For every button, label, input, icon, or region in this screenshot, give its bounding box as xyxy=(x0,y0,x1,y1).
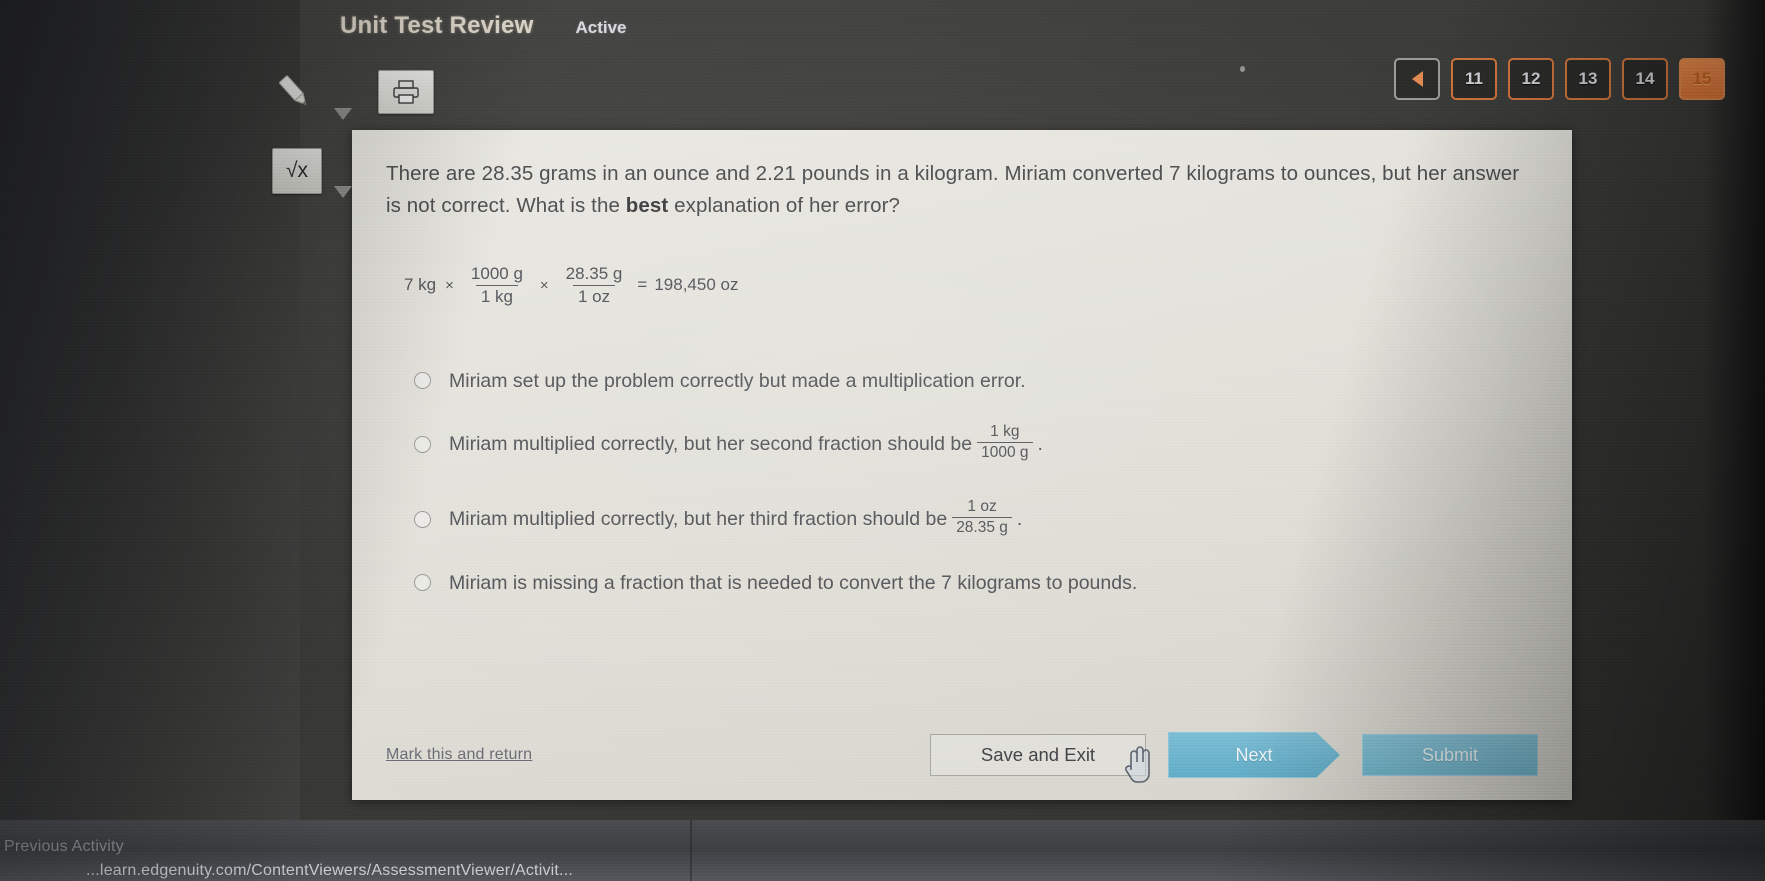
answer-option-4[interactable]: Miriam is missing a fraction that is nee… xyxy=(386,557,1538,609)
status-bar-url: ...learn.edgenuity.com/ContentViewers/As… xyxy=(86,862,573,879)
screen-glare-dot xyxy=(1240,66,1245,72)
mark-this-and-return-link[interactable]: Mark this and return xyxy=(386,746,532,764)
pagination: 11 12 13 14 15 xyxy=(1394,58,1725,100)
answer-option-1[interactable]: Miriam set up the problem correctly but … xyxy=(386,355,1538,407)
equation-equals: = xyxy=(637,275,648,295)
pagination-page-12[interactable]: 12 xyxy=(1508,58,1554,100)
answer-option-1-text: Miriam set up the problem correctly but … xyxy=(449,369,1026,392)
question-card: There are 28.35 grams in an ounce and 2.… xyxy=(352,130,1572,800)
pagination-page-11[interactable]: 11 xyxy=(1451,58,1497,100)
pencil-tool-marker xyxy=(334,108,352,120)
answer-option-2-suffix: . xyxy=(1037,433,1043,456)
action-buttons: Save and Exit Next Submit xyxy=(930,732,1538,778)
equation-fraction-2-numerator: 28.35 g xyxy=(565,263,623,283)
equation-result: 198,450 oz xyxy=(654,275,739,295)
answer-option-3[interactable]: Miriam multiplied correctly, but her thi… xyxy=(386,482,1538,557)
question-line-1: There are 28.35 grams in an ounce and 2.… xyxy=(386,162,1447,185)
radio-button-2[interactable] xyxy=(414,435,431,453)
save-and-exit-button[interactable]: Save and Exit xyxy=(930,734,1146,776)
pagination-prev-button[interactable] xyxy=(1394,58,1440,100)
answer-option-3-denominator: 28.35 g xyxy=(952,516,1012,537)
answer-option-2[interactable]: Miriam multiplied correctly, but her sec… xyxy=(386,407,1538,482)
equation-fraction-2: 28.35 g 1 oz xyxy=(561,264,628,307)
radio-button-1[interactable] xyxy=(414,372,431,390)
header: Unit Test Review Active xyxy=(340,12,627,40)
answer-option-3-text: Miriam multiplied correctly, but her thi… xyxy=(449,508,948,531)
equation-lead: 7 kg xyxy=(404,275,437,295)
equation: 7 kg × 1000 g 1 kg × 28.35 g 1 oz = 198,… xyxy=(404,264,1538,307)
equation-times-1: × xyxy=(445,276,454,294)
answer-option-2-text-wrap: Miriam multiplied correctly, but her sec… xyxy=(449,422,1043,464)
answer-option-2-fraction: 1 kg 1000 g xyxy=(977,422,1033,462)
taskbar-divider xyxy=(690,820,692,881)
answer-option-3-suffix: . xyxy=(1016,508,1023,531)
answer-option-3-text-wrap: Miriam multiplied correctly, but her thi… xyxy=(449,498,1023,539)
answer-option-2-numerator: 1 kg xyxy=(990,422,1020,440)
radio-button-4[interactable] xyxy=(414,574,431,592)
screen-right-edge xyxy=(1703,0,1765,820)
status-badge: Active xyxy=(575,18,627,37)
printer-icon[interactable] xyxy=(378,70,434,114)
photographed-screen: Unit Test Review Active √x 11 12 13 14 1… xyxy=(0,0,1765,881)
submit-button[interactable]: Submit xyxy=(1362,734,1538,776)
page-title: Unit Test Review xyxy=(340,12,534,39)
answer-option-2-denominator: 1000 g xyxy=(977,441,1033,462)
question-text: There are 28.35 grams in an ounce and 2.… xyxy=(386,158,1538,222)
chevron-left-icon xyxy=(1411,71,1423,87)
next-button[interactable]: Next xyxy=(1168,732,1340,778)
answer-options: Miriam set up the problem correctly but … xyxy=(386,355,1538,610)
answer-option-3-numerator: 1 oz xyxy=(967,497,997,515)
question-line-2-post: explanation of her error? xyxy=(668,193,900,217)
radio-button-3[interactable] xyxy=(414,510,431,528)
answer-option-3-fraction: 1 oz 28.35 g xyxy=(952,498,1012,537)
answer-option-2-text: Miriam multiplied correctly, but her sec… xyxy=(449,433,973,456)
pencil-icon[interactable] xyxy=(272,70,316,114)
pagination-page-13[interactable]: 13 xyxy=(1565,58,1611,100)
equation-fraction-1: 1000 g 1 kg xyxy=(466,264,528,307)
question-emphasis: best xyxy=(625,193,669,217)
pagination-page-15[interactable]: 15 xyxy=(1679,58,1725,100)
action-bar: Mark this and return Save and Exit Next … xyxy=(352,732,1572,778)
previous-activity-label[interactable]: Previous Activity xyxy=(4,838,124,856)
equation-fraction-1-denominator: 1 kg xyxy=(475,284,518,307)
square-root-tool-icon[interactable]: √x xyxy=(272,148,322,194)
sqrt-tool-marker xyxy=(334,186,352,198)
equation-fraction-2-denominator: 1 oz xyxy=(572,284,616,307)
left-gutter xyxy=(0,0,300,820)
pagination-page-14[interactable]: 14 xyxy=(1622,58,1668,100)
equation-times-2: × xyxy=(539,276,549,294)
answer-option-4-text: Miriam is missing a fraction that is nee… xyxy=(449,571,1138,594)
equation-fraction-1-numerator: 1000 g xyxy=(470,263,523,283)
